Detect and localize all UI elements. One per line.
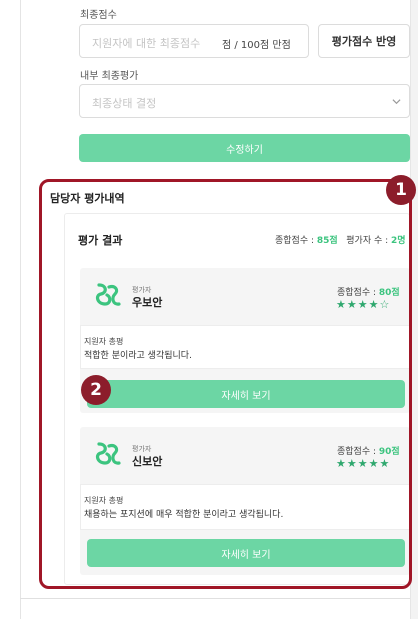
apply-score-button[interactable]: 평가점수 반영 [318, 24, 410, 58]
submit-button[interactable]: 수정하기 [79, 134, 410, 162]
final-score-input[interactable]: 지원자에 대한 최종점수 점 / 100점 만점 [79, 24, 309, 58]
final-score-placeholder: 지원자에 대한 최종점수 [92, 37, 201, 50]
internal-eval-label: 내부 최종평가 [80, 71, 139, 82]
final-score-label: 최종점수 [80, 10, 117, 21]
annotation-badge-1: 1 [386, 175, 416, 205]
internal-eval-placeholder: 최종상태 결정 [92, 97, 157, 110]
internal-eval-select[interactable]: 최종상태 결정 [79, 84, 410, 118]
chevron-down-icon [392, 99, 401, 105]
left-divider [20, 0, 21, 619]
annotation-badge-2: 2 [81, 375, 111, 405]
final-score-suffix: 점 / 100점 만점 [222, 40, 291, 51]
bottom-divider [20, 598, 410, 599]
